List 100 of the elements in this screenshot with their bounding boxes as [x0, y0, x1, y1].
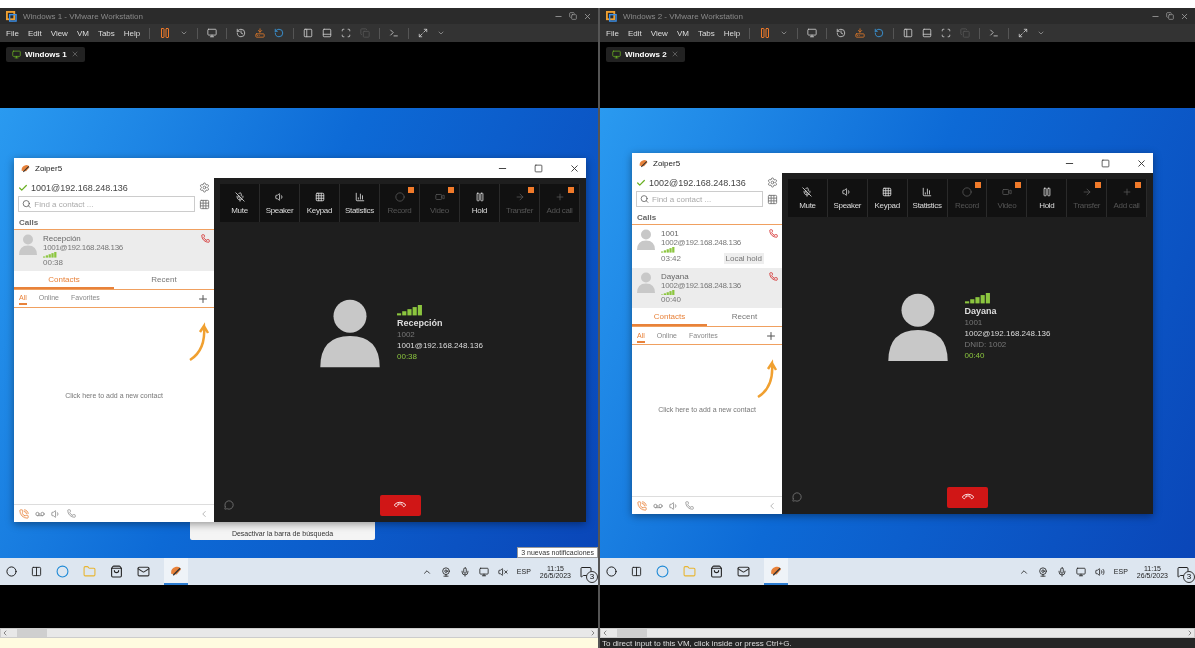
- hang-up-button[interactable]: [947, 486, 988, 508]
- browser-icon[interactable]: [656, 565, 669, 578]
- library-icon[interactable]: [303, 28, 314, 38]
- console-icon[interactable]: [389, 28, 400, 38]
- close-button[interactable]: [1180, 11, 1189, 21]
- menu-item[interactable]: File: [606, 28, 619, 38]
- menu-item[interactable]: Help: [123, 28, 141, 38]
- close-button[interactable]: [569, 162, 580, 174]
- add-contact-icon[interactable]: [197, 292, 209, 305]
- zoiper-taskbar-button[interactable]: [164, 558, 188, 585]
- maximize-button[interactable]: [534, 163, 543, 173]
- store-icon[interactable]: [110, 565, 123, 578]
- close-button[interactable]: [1136, 157, 1147, 169]
- pause-icon[interactable]: [159, 27, 172, 39]
- call-item[interactable]: Dayana 1002@192.168.248.136 00:40: [632, 267, 782, 309]
- call-control-button[interactable]: Speaker: [260, 184, 300, 222]
- call-control-button[interactable]: Statistics: [907, 179, 948, 217]
- restore-button[interactable]: [1166, 12, 1174, 20]
- hang-up-button[interactable]: [379, 494, 421, 516]
- menu-item[interactable]: Help: [723, 28, 741, 38]
- scroll-right-icon[interactable]: [1186, 629, 1194, 637]
- call-control-button[interactable]: Keypad: [300, 184, 340, 222]
- task-view-icon[interactable]: [31, 566, 42, 577]
- dialpad-icon[interactable]: [199, 198, 210, 210]
- search-field[interactable]: Find a contact ...: [18, 196, 195, 212]
- settings-icon[interactable]: [767, 177, 778, 188]
- pause-icon[interactable]: [759, 27, 772, 39]
- search-icon[interactable]: [606, 566, 617, 577]
- send-keys-icon[interactable]: [807, 28, 818, 38]
- store-icon[interactable]: [710, 565, 723, 578]
- call-control-button[interactable]: Hold: [460, 184, 500, 222]
- scroll-thumb[interactable]: [617, 629, 647, 637]
- network-icon[interactable]: [1075, 566, 1086, 577]
- volume-icon[interactable]: [1094, 566, 1105, 577]
- menu-item[interactable]: VM: [676, 28, 689, 38]
- hang-up-icon[interactable]: [201, 234, 210, 243]
- send-keys-icon[interactable]: [207, 28, 218, 38]
- snapshot-manager-icon[interactable]: [874, 28, 885, 38]
- full-screen-icon[interactable]: [341, 28, 352, 38]
- scroll-left-icon[interactable]: [1, 629, 9, 637]
- chat-icon[interactable]: [792, 492, 802, 502]
- dropdown-icon[interactable]: [437, 29, 446, 37]
- revert-icon[interactable]: [855, 28, 866, 38]
- menu-item[interactable]: Edit: [627, 28, 642, 38]
- hang-up-icon[interactable]: [769, 229, 778, 238]
- call-control-button[interactable]: Statistics: [340, 184, 380, 222]
- dropdown-icon[interactable]: [180, 29, 189, 37]
- library-icon[interactable]: [903, 28, 914, 38]
- search-field[interactable]: Find a contact ...: [636, 191, 763, 207]
- microphone-icon[interactable]: [1056, 566, 1067, 577]
- chat-icon[interactable]: [224, 500, 234, 510]
- maximize-button[interactable]: [1101, 158, 1110, 168]
- list-tab[interactable]: Recent: [114, 270, 214, 289]
- microphone-icon[interactable]: [459, 566, 470, 577]
- camera-icon[interactable]: [1037, 566, 1048, 577]
- browser-icon[interactable]: [56, 565, 69, 578]
- dropdown-icon[interactable]: [1037, 29, 1046, 37]
- close-tab-icon[interactable]: [70, 50, 79, 58]
- call-control-button[interactable]: Speaker: [827, 179, 868, 217]
- vm-tab[interactable]: Windows 2: [606, 46, 685, 62]
- task-view-icon[interactable]: [631, 566, 642, 577]
- stretch-icon[interactable]: [1018, 28, 1029, 38]
- settings-icon[interactable]: [199, 182, 210, 193]
- menu-item[interactable]: File: [6, 28, 19, 38]
- menu-item[interactable]: View: [50, 28, 68, 38]
- thumbnail-icon[interactable]: [922, 28, 933, 38]
- hang-up-icon[interactable]: [769, 271, 778, 281]
- add-contact-icon[interactable]: [765, 330, 777, 343]
- network-icon[interactable]: [478, 566, 489, 577]
- horizontal-scrollbar[interactable]: [600, 628, 1195, 638]
- horizontal-scrollbar[interactable]: [0, 628, 598, 638]
- scroll-thumb[interactable]: [17, 629, 47, 637]
- dialpad-icon[interactable]: [767, 193, 778, 205]
- menu-item[interactable]: Tabs: [697, 28, 715, 38]
- close-button[interactable]: [583, 11, 592, 21]
- snapshot-manager-icon[interactable]: [274, 28, 285, 38]
- mail-icon[interactable]: [737, 565, 750, 578]
- camera-icon[interactable]: [440, 566, 451, 577]
- snapshot-icon[interactable]: [836, 28, 847, 38]
- call-control-button[interactable]: Mute: [220, 184, 260, 222]
- menu-item[interactable]: Tabs: [97, 28, 115, 38]
- close-tab-icon[interactable]: [670, 50, 679, 58]
- mail-icon[interactable]: [137, 565, 150, 578]
- thumbnail-icon[interactable]: [322, 28, 333, 38]
- stretch-icon[interactable]: [418, 28, 429, 38]
- full-screen-icon[interactable]: [941, 28, 952, 38]
- call-control-button[interactable]: Mute: [788, 179, 828, 217]
- scroll-right-icon[interactable]: [589, 629, 597, 637]
- zoiper-taskbar-button[interactable]: [764, 558, 788, 585]
- menu-item[interactable]: View: [650, 28, 668, 38]
- console-icon[interactable]: [989, 28, 1000, 38]
- call-control-button[interactable]: Hold: [1027, 179, 1068, 217]
- restore-button[interactable]: [569, 12, 577, 20]
- dropdown-icon[interactable]: [780, 29, 789, 37]
- revert-icon[interactable]: [255, 28, 266, 38]
- snapshot-icon[interactable]: [236, 28, 247, 38]
- menu-item[interactable]: Edit: [27, 28, 42, 38]
- menu-item[interactable]: VM: [76, 28, 89, 38]
- call-control-button[interactable]: Keypad: [867, 179, 908, 217]
- list-tab[interactable]: Recent: [707, 308, 782, 327]
